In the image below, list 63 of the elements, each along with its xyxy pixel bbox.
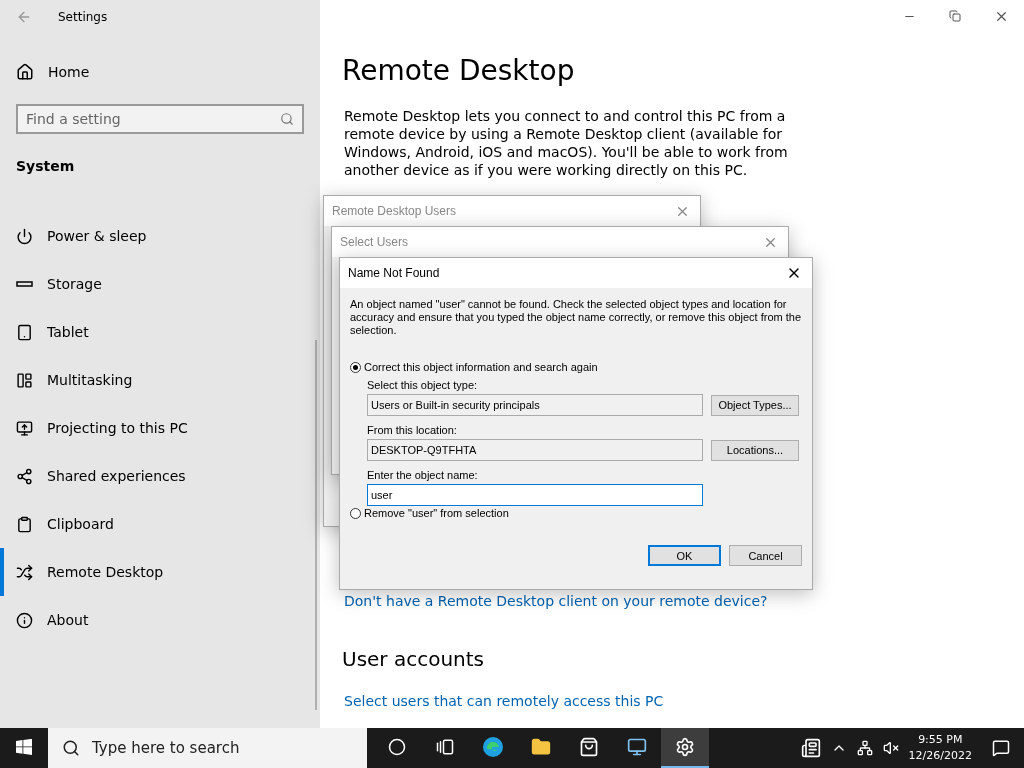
- restore-icon[interactable]: [949, 10, 961, 22]
- sidebar-item[interactable]: Multitasking: [0, 356, 320, 404]
- dialog-title: Name Not Found: [348, 266, 440, 280]
- taskbar-search-field[interactable]: Type here to search: [48, 728, 367, 768]
- section-heading: User accounts: [342, 647, 486, 671]
- tablet-icon: [16, 323, 33, 341]
- network-icon[interactable]: [856, 740, 873, 756]
- sidebar-item[interactable]: Clipboard: [0, 500, 320, 548]
- search-icon: [62, 739, 80, 757]
- field-label: From this location:: [367, 424, 458, 436]
- projector-monitor-icon: [16, 419, 33, 437]
- crossed-arrows-icon: [16, 563, 33, 581]
- info-icon: [16, 611, 33, 629]
- error-message: An object named "user" cannot be found. Check the selected object types and location for accuracy and ensure that you typed the object name correctly, or remove this object from the selection.: [350, 298, 802, 337]
- settings-icon: [675, 737, 695, 757]
- description-text: Remote Desktop lets you connect to and control this PC from a remote device by using a Remote Desktop client (available for Windows, Android, iOS and macOS). You'll be able to work from another device as if you were working directly on this PC.: [344, 107, 789, 179]
- sidebar-item[interactable]: Tablet: [0, 308, 320, 356]
- radio-button[interactable]: [350, 361, 361, 373]
- home-icon: [16, 63, 34, 81]
- share-icon: [16, 467, 33, 485]
- object-types-button[interactable]: Object Types...: [711, 394, 799, 416]
- sidebar-item[interactable]: About: [0, 596, 320, 644]
- client-link[interactable]: Don't have a Remote Desktop client on your remote device?: [344, 593, 1024, 609]
- cancel-button[interactable]: Cancel: [729, 545, 802, 566]
- monitor-icon: [627, 737, 647, 757]
- page-title: Remote Desktop: [342, 54, 576, 87]
- field-label: Enter the object name:: [367, 469, 479, 481]
- multitasking-icon: [16, 371, 33, 389]
- folder-icon: [531, 737, 551, 757]
- power-icon: [16, 227, 33, 245]
- radio-button[interactable]: [350, 507, 361, 519]
- taskbar-app-button[interactable]: [661, 728, 709, 768]
- radio-label: Remove "user" from selection: [364, 507, 509, 519]
- clock[interactable]: 9:55 PM 12/26/2022: [908, 732, 972, 764]
- dialog-title: Remote Desktop Users: [332, 204, 457, 218]
- dialog-title: Select Users: [340, 235, 409, 249]
- locations-button[interactable]: Locations...: [711, 439, 799, 461]
- windows-logo-icon: [16, 739, 32, 755]
- storage-icon: [16, 281, 33, 287]
- window-title: Settings: [58, 10, 108, 24]
- browser-icon: [482, 736, 504, 758]
- field-label: Select this object type:: [367, 379, 479, 391]
- circle-icon: [388, 738, 406, 756]
- shopping-bag-icon: [579, 737, 599, 757]
- search-field[interactable]: Find a setting: [16, 104, 304, 134]
- select-users-link[interactable]: Select users that can remotely access this PC: [344, 693, 1024, 709]
- sidebar-item[interactable]: Storage: [0, 260, 320, 308]
- sidebar-item[interactable]: Power & sleep: [0, 212, 320, 260]
- object-name-field[interactable]: user: [367, 484, 703, 506]
- notifications-icon[interactable]: [992, 739, 1010, 757]
- sidebar-item[interactable]: Shared experiences: [0, 452, 320, 500]
- object-type-field: Users or Built-in security principals: [367, 394, 703, 416]
- section-heading: System: [15, 157, 76, 176]
- muted-speaker-icon[interactable]: [882, 740, 899, 756]
- ok-button[interactable]: OK: [648, 545, 721, 566]
- news-icon[interactable]: [800, 738, 821, 758]
- task-view-icon: [436, 738, 454, 756]
- sidebar-item[interactable]: Projecting to this PC: [0, 404, 320, 452]
- location-field: DESKTOP-Q9TFHTA: [367, 439, 703, 461]
- search-icon: [280, 112, 294, 126]
- home-nav-item[interactable]: Home: [0, 48, 320, 96]
- radio-label: Correct this object information and search again: [364, 361, 598, 373]
- clipboard-icon: [16, 515, 33, 533]
